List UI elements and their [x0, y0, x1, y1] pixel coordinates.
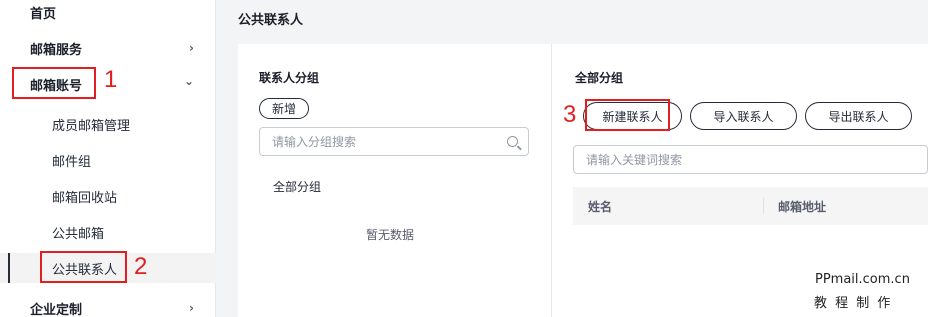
active-indicator: [8, 253, 10, 283]
chevron-right-icon: ›: [189, 301, 194, 315]
sidebar-item-mail-service[interactable]: 邮箱服务 ›: [0, 36, 216, 60]
chevron-right-icon: ›: [189, 41, 194, 55]
contacts-table-header: 姓名 邮箱地址: [573, 187, 928, 225]
sidebar-item-label: 企业定制: [30, 302, 83, 317]
sidebar-item-label: 邮件组: [52, 154, 92, 170]
sidebar-item-enterprise-custom[interactable]: 企业定制 ›: [0, 296, 216, 317]
page-title: 公共联系人: [238, 13, 304, 28]
sidebar-item-label: 首页: [30, 6, 57, 22]
sidebar-item-member-mailbox[interactable]: 成员邮箱管理: [0, 112, 216, 136]
keyword-search-placeholder: 请输入关键词搜索: [586, 153, 683, 167]
group-search-placeholder: 请输入分组搜索: [272, 135, 357, 149]
annotation-box-3: [585, 99, 670, 131]
sidebar-item-public-mailbox[interactable]: 公共邮箱: [0, 220, 216, 244]
import-contacts-button[interactable]: 导入联系人: [690, 102, 797, 130]
sidebar-item-label: 邮箱回收站: [52, 190, 118, 206]
sidebar-item-label: 成员邮箱管理: [52, 118, 131, 134]
annotation-number-2: 2: [134, 253, 148, 280]
group-search-input[interactable]: 请输入分组搜索: [259, 127, 529, 156]
empty-state-text: 暂无数据: [366, 228, 415, 242]
column-header-email[interactable]: 邮箱地址: [778, 198, 826, 215]
column-separator: [763, 198, 764, 214]
sidebar-item-label: 公共邮箱: [52, 226, 105, 242]
keyword-search-input[interactable]: 请输入关键词搜索: [573, 145, 928, 174]
chevron-down-icon: ⌄: [183, 74, 194, 88]
add-group-button[interactable]: 新增: [259, 98, 309, 119]
annotation-number-1: 1: [104, 66, 118, 93]
annotation-box-1: [12, 67, 96, 99]
all-groups-item[interactable]: 全部分组: [273, 178, 321, 195]
annotation-number-3: 3: [563, 101, 577, 128]
column-header-name[interactable]: 姓名: [588, 198, 612, 215]
watermark-line-1: PPmail.com.cn: [815, 272, 910, 287]
export-contacts-button[interactable]: 导出联系人: [805, 102, 912, 130]
contacts-title: 全部分组: [575, 71, 624, 85]
sidebar-item-home[interactable]: 首页: [0, 0, 216, 24]
panel-divider: [551, 44, 552, 317]
sidebar-item-label: 邮箱服务: [30, 42, 83, 58]
sidebar-item-mail-groups[interactable]: 邮件组: [0, 148, 216, 172]
groups-title: 联系人分组: [259, 71, 320, 85]
sidebar-item-recycle-bin[interactable]: 邮箱回收站: [0, 184, 216, 208]
watermark-line-2: 教 程 制 作: [814, 296, 893, 311]
search-icon[interactable]: [507, 136, 518, 147]
annotation-box-2: [40, 251, 127, 283]
